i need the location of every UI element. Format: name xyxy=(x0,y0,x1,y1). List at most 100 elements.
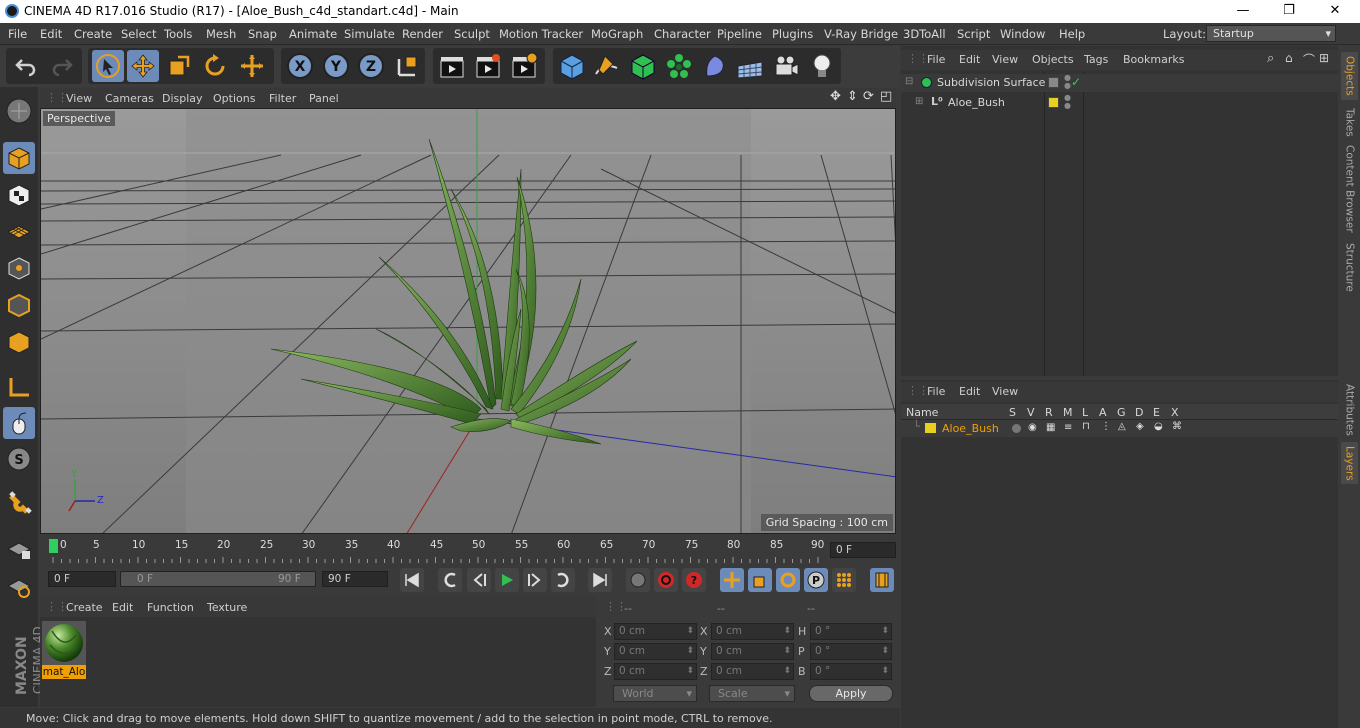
obj-menu-edit[interactable]: Edit xyxy=(959,53,980,66)
obj-new-panel-icon[interactable]: ⊞ xyxy=(1319,51,1329,65)
playhead[interactable] xyxy=(49,539,58,553)
obj-search-icon[interactable]: ⌕ xyxy=(1267,51,1274,66)
start-frame-field[interactable]: 0 F xyxy=(48,571,116,587)
key-rotation-icon[interactable] xyxy=(776,568,800,592)
next-frame-icon[interactable] xyxy=(523,568,547,592)
col-name[interactable]: Name xyxy=(906,406,938,419)
generators-toggle-icon[interactable]: ◬ xyxy=(1118,421,1126,432)
subdivision-surface-icon[interactable] xyxy=(627,50,659,82)
obj-menu-bookmarks[interactable]: Bookmarks xyxy=(1123,53,1184,66)
vp-menu-panel[interactable]: Panel xyxy=(309,92,339,105)
menu-edit[interactable]: Edit xyxy=(40,27,62,41)
menu-file[interactable]: File xyxy=(8,27,27,41)
obj-menu-tags[interactable]: Tags xyxy=(1084,53,1108,66)
vp-menu-filter[interactable]: Filter xyxy=(269,92,296,105)
col-expressions[interactable]: E xyxy=(1153,406,1160,419)
rot-b-field[interactable]: 0 ° xyxy=(810,663,892,680)
lock-toggle-icon[interactable]: ⊓ xyxy=(1082,421,1090,432)
tab-takes[interactable]: Takes xyxy=(1341,104,1358,140)
vp-menu-cameras[interactable]: Cameras xyxy=(105,92,154,105)
col-locked[interactable]: L xyxy=(1082,406,1088,419)
end-frame-field[interactable]: 90 F xyxy=(322,571,388,587)
menu-3dtoall[interactable]: 3DToAll xyxy=(903,27,946,41)
cloner-icon[interactable] xyxy=(663,50,695,82)
col-solo[interactable]: S xyxy=(1009,406,1016,419)
menu-help[interactable]: Help xyxy=(1059,27,1085,41)
prev-frame-icon[interactable] xyxy=(467,568,491,592)
animation-toggle-icon[interactable]: ⋮ xyxy=(1101,421,1111,432)
view-toggle-icon[interactable]: ◉ xyxy=(1028,422,1037,433)
vp-rotate-icon[interactable]: ⟳ xyxy=(863,89,874,104)
deformers-toggle-icon[interactable]: ◈ xyxy=(1136,421,1144,432)
workplane-grid-icon[interactable] xyxy=(3,569,35,601)
layer-color-swatch[interactable] xyxy=(925,423,936,433)
tree-collapse-icon[interactable]: ⊟ xyxy=(905,76,913,87)
mat-menu-edit[interactable]: Edit xyxy=(112,601,133,614)
xref-toggle-icon[interactable]: ⌘ xyxy=(1172,421,1182,432)
select-cursor-icon[interactable] xyxy=(92,50,124,82)
col-generators[interactable]: G xyxy=(1117,406,1126,419)
current-frame-field[interactable]: 0 F xyxy=(830,542,896,558)
menu-mograph[interactable]: MoGraph xyxy=(591,27,643,41)
vp-maximize-icon[interactable]: ◰ xyxy=(880,89,892,104)
timeline[interactable]: 0 5 10 15 20 25 30 35 40 45 50 55 60 65 … xyxy=(40,535,900,565)
make-editable-icon[interactable] xyxy=(3,95,35,127)
undo-icon[interactable] xyxy=(10,50,42,82)
cube-primitive-icon[interactable] xyxy=(556,50,588,82)
menu-animate[interactable]: Animate xyxy=(289,27,337,41)
light-icon[interactable] xyxy=(806,50,838,82)
key-position-icon[interactable] xyxy=(720,568,744,592)
menu-pipeline[interactable]: Pipeline xyxy=(717,27,762,41)
layer-tag-icon[interactable] xyxy=(1048,77,1059,88)
menu-plugins[interactable]: Plugins xyxy=(772,27,813,41)
record-keys-icon[interactable] xyxy=(626,568,650,592)
auto-key-icon[interactable] xyxy=(654,568,678,592)
key-parameter-icon[interactable]: P xyxy=(804,568,828,592)
pen-spline-icon[interactable] xyxy=(591,50,623,82)
vp-menu-view[interactable]: View xyxy=(66,92,92,105)
texture-mode-icon[interactable] xyxy=(3,179,35,211)
col-xref[interactable]: X xyxy=(1171,406,1179,419)
tab-content-browser[interactable]: Content Browser xyxy=(1341,144,1358,234)
key-scale-icon[interactable] xyxy=(748,568,772,592)
col-deformers[interactable]: D xyxy=(1135,406,1143,419)
menu-script[interactable]: Script xyxy=(957,27,990,41)
tree-item-subdivision[interactable]: ⊟ Subdivision Surface ● ● ✓ xyxy=(901,74,1338,92)
tab-layers[interactable]: Layers xyxy=(1341,442,1358,484)
menu-simulate[interactable]: Simulate xyxy=(344,27,395,41)
rot-p-field[interactable]: 0 ° xyxy=(810,643,892,660)
vp-menu-display[interactable]: Display xyxy=(162,92,203,105)
play-icon[interactable] xyxy=(495,568,519,592)
layer-menu-edit[interactable]: Edit xyxy=(959,385,980,398)
obj-menu-view[interactable]: View xyxy=(992,53,1018,66)
viewport-label[interactable]: Perspective xyxy=(43,111,115,126)
point-mode-icon[interactable] xyxy=(3,252,35,284)
scale-tool-icon[interactable] xyxy=(163,50,195,82)
magnet-icon[interactable] xyxy=(3,487,35,519)
material-swatch[interactable]: mat_Alo xyxy=(42,621,86,679)
mat-menu-texture[interactable]: Texture xyxy=(207,601,247,614)
layer-color-icon[interactable] xyxy=(1048,97,1059,108)
pos-x-field[interactable]: 0 cm xyxy=(614,623,697,640)
menu-character[interactable]: Character xyxy=(654,27,711,41)
mat-menu-create[interactable]: Create xyxy=(66,601,103,614)
visibility-dots-icon[interactable]: ● ● xyxy=(1064,94,1071,110)
visibility-dots-icon[interactable]: ● ● xyxy=(1064,74,1071,90)
layer-menu-file[interactable]: File xyxy=(927,385,945,398)
menu-select[interactable]: Select xyxy=(121,27,156,41)
snap-icon[interactable]: S xyxy=(3,443,35,475)
camera-icon[interactable] xyxy=(770,50,802,82)
floor-environment-icon[interactable] xyxy=(734,50,766,82)
live-selection-icon[interactable] xyxy=(236,50,268,82)
obj-up-icon[interactable]: ⌂ xyxy=(1285,51,1293,65)
pos-y-field[interactable]: 0 cm xyxy=(614,643,697,660)
workplane-mode-icon[interactable] xyxy=(3,215,35,247)
coordinate-system-icon[interactable] xyxy=(391,50,423,82)
minimize-button[interactable]: — xyxy=(1220,0,1266,23)
pos-z-field[interactable]: 0 cm xyxy=(614,663,697,680)
render-settings-icon[interactable] xyxy=(508,50,540,82)
next-key-icon[interactable] xyxy=(551,568,575,592)
mat-menu-function[interactable]: Function xyxy=(147,601,194,614)
obj-menu-objects[interactable]: Objects xyxy=(1032,53,1074,66)
goto-end-icon[interactable] xyxy=(588,568,612,592)
